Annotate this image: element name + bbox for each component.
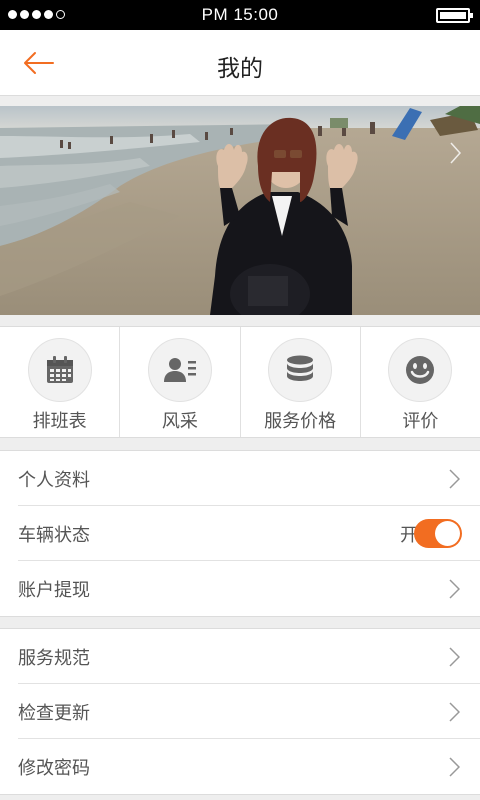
status-bar: PM 15:00 bbox=[0, 0, 480, 30]
battery-icon bbox=[436, 8, 473, 23]
quick-action-label: 风采 bbox=[161, 411, 198, 432]
beach-photo bbox=[0, 106, 480, 315]
quick-action-label: 评价 bbox=[402, 411, 439, 432]
profile-card-icon bbox=[147, 338, 212, 402]
vehicle-status-toggle[interactable] bbox=[414, 519, 462, 548]
quick-action-style[interactable]: 风采 bbox=[120, 327, 241, 437]
chevron-right-icon bbox=[449, 702, 460, 722]
quick-action-label: 服务价格 bbox=[264, 411, 337, 432]
menu-item-label: 检查更新 bbox=[18, 703, 90, 724]
chevron-right-icon bbox=[449, 757, 460, 777]
quick-action-label: 排班表 bbox=[32, 411, 87, 432]
menu-item-change-password[interactable]: 修改密码 bbox=[18, 739, 480, 794]
menu-item-service-standards[interactable]: 服务规范 bbox=[18, 629, 480, 684]
chevron-right-icon bbox=[449, 579, 460, 599]
menu-item-withdraw[interactable]: 账户提现 bbox=[18, 561, 480, 616]
chevron-right-icon bbox=[449, 469, 460, 489]
page-title: 我的 bbox=[217, 56, 263, 82]
quick-action-service-price[interactable]: 服务价格 bbox=[241, 327, 361, 437]
chevron-right-icon[interactable] bbox=[450, 142, 462, 164]
menu-group-settings: 服务规范 检查更新 修改密码 bbox=[0, 628, 480, 795]
profile-banner[interactable] bbox=[0, 106, 480, 315]
calendar-icon bbox=[27, 338, 92, 402]
database-icon bbox=[268, 338, 333, 402]
menu-group-account: 个人资料 车辆状态 开 账户提现 bbox=[0, 450, 480, 617]
smiley-icon bbox=[388, 338, 453, 402]
menu-item-check-update[interactable]: 检查更新 bbox=[18, 684, 480, 739]
toggle-knob bbox=[435, 521, 460, 546]
status-time: PM 15:00 bbox=[201, 5, 279, 24]
menu-item-label: 修改密码 bbox=[18, 758, 90, 779]
nav-bar: 我的 bbox=[0, 30, 480, 96]
menu-item-label: 个人资料 bbox=[18, 470, 90, 491]
menu-item-label: 车辆状态 bbox=[18, 525, 90, 546]
quick-actions: 排班表 风采 服务价格 评价 bbox=[0, 326, 480, 438]
quick-action-schedule[interactable]: 排班表 bbox=[0, 327, 121, 437]
menu-item-vehicle-status: 车辆状态 开 bbox=[18, 506, 480, 561]
quick-action-reviews[interactable]: 评价 bbox=[361, 327, 480, 437]
menu-item-label: 服务规范 bbox=[18, 648, 90, 669]
chevron-right-icon bbox=[449, 647, 460, 667]
menu-item-label: 账户提现 bbox=[18, 580, 90, 601]
menu-item-profile[interactable]: 个人资料 bbox=[18, 451, 480, 506]
